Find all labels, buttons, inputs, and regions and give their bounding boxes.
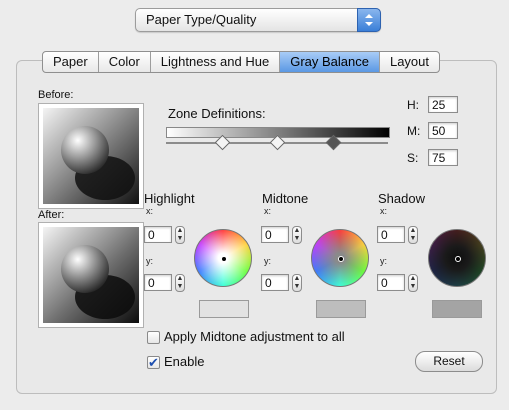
tab-paper[interactable]: Paper xyxy=(43,52,99,72)
after-preview xyxy=(38,222,144,328)
shadow-swatch xyxy=(432,300,482,318)
sphere-preview-image xyxy=(43,108,139,204)
zone-definitions-label: Zone Definitions: xyxy=(168,106,266,121)
tab-gray-balance[interactable]: Gray Balance xyxy=(280,52,380,72)
midtone-y-label: y: xyxy=(264,256,272,266)
s-field[interactable]: 75 xyxy=(428,149,458,166)
tab-lightness-and-hue[interactable]: Lightness and Hue xyxy=(151,52,281,72)
color-wheel-marker[interactable] xyxy=(221,256,227,262)
shadow-y-label: y: xyxy=(380,256,388,266)
before-preview xyxy=(38,103,144,209)
highlight-x-field[interactable]: 0 xyxy=(144,226,172,243)
stepper-arrows-icon[interactable]: ▲ ▼ xyxy=(175,274,185,292)
color-wheel-marker[interactable] xyxy=(455,256,461,262)
highlight-title: Highlight xyxy=(144,191,195,206)
enable-checkbox[interactable]: ✔ xyxy=(147,356,160,369)
before-label: Before: xyxy=(38,89,74,101)
color-wheel-marker[interactable] xyxy=(338,256,344,262)
midtone-x-label: x: xyxy=(264,206,272,216)
highlight-swatch xyxy=(199,300,249,318)
highlight-color-wheel[interactable] xyxy=(194,229,252,287)
apply-midtone-label: Apply Midtone adjustment to all xyxy=(164,329,345,344)
stepper-arrows-icon[interactable]: ▲ ▼ xyxy=(292,274,302,292)
tab-bar: Paper Color Lightness and Hue Gray Balan… xyxy=(42,51,441,73)
stepper-arrows-icon[interactable]: ▲ ▼ xyxy=(408,226,418,244)
updown-arrows-icon xyxy=(357,8,381,32)
sphere-preview-image xyxy=(43,227,139,323)
reset-button[interactable]: Reset xyxy=(415,351,483,372)
tab-color[interactable]: Color xyxy=(99,52,151,72)
stepper-arrows-icon[interactable]: ▲ ▼ xyxy=(292,226,302,244)
highlight-y-label: y: xyxy=(146,256,154,266)
m-field[interactable]: 50 xyxy=(428,122,458,139)
shadow-x-label: x: xyxy=(380,206,388,216)
shadow-x-field[interactable]: 0 xyxy=(377,226,405,243)
s-label: S: xyxy=(407,151,419,165)
highlight-y-field[interactable]: 0 xyxy=(144,274,172,291)
tab-layout[interactable]: Layout xyxy=(380,52,439,72)
shadow-color-wheel[interactable] xyxy=(428,229,486,287)
h-field[interactable]: 25 xyxy=(428,96,458,113)
midtone-color-wheel[interactable] xyxy=(311,229,369,287)
shadow-title: Shadow xyxy=(378,191,425,206)
print-options-popup[interactable]: Paper Type/Quality xyxy=(135,8,381,32)
apply-midtone-checkbox[interactable] xyxy=(147,331,160,344)
stepper-arrows-icon[interactable]: ▲ ▼ xyxy=(175,226,185,244)
enable-label: Enable xyxy=(164,354,205,369)
midtone-title: Midtone xyxy=(262,191,309,206)
shadow-y-field[interactable]: 0 xyxy=(377,274,405,291)
midtone-x-field[interactable]: 0 xyxy=(261,226,289,243)
m-label: M: xyxy=(407,124,421,138)
checkmark-icon: ✔ xyxy=(148,355,159,370)
midtone-swatch xyxy=(316,300,366,318)
h-label: H: xyxy=(407,98,419,112)
midtone-y-field[interactable]: 0 xyxy=(261,274,289,291)
popup-selected-value: Paper Type/Quality xyxy=(146,12,257,27)
stepper-arrows-icon[interactable]: ▲ ▼ xyxy=(408,274,418,292)
after-label: After: xyxy=(38,209,65,221)
highlight-x-label: x: xyxy=(146,206,154,216)
